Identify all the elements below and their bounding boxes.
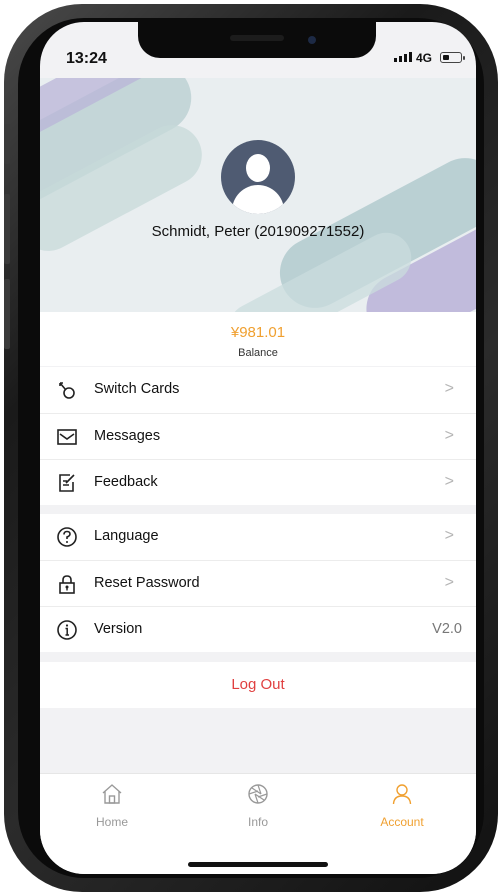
profile-header: Schmidt, Peter (201909271552) — [40, 78, 476, 312]
balance-amount: ¥981.01 — [230, 324, 286, 341]
status-time: 13:24 — [66, 50, 107, 67]
network-type: 4G — [415, 51, 432, 65]
bottom-tab-bar: Home Info Account — [40, 773, 476, 874]
tab-label: Info — [247, 815, 268, 829]
home-indicator[interactable] — [188, 862, 328, 867]
aperture-icon — [248, 784, 268, 804]
menu-item-version[interactable]: Version V2.0 — [40, 606, 476, 652]
balance-label: Balance — [238, 347, 278, 359]
balance-panel[interactable]: ¥981.01 Balance — [40, 312, 476, 366]
chevron-right-icon: > — [444, 427, 454, 444]
menu-item-label: Language — [94, 528, 159, 544]
lock-icon — [59, 575, 75, 594]
volume-up-button — [4, 194, 10, 264]
menu-item-messages[interactable]: Messages > — [40, 413, 476, 459]
menu-item-label: Version — [94, 621, 143, 637]
user-name: Schmidt, Peter (201909271552) — [151, 223, 365, 240]
logout-button[interactable]: Log Out — [40, 662, 476, 708]
chevron-right-icon: > — [444, 380, 454, 397]
menu-item-feedback[interactable]: Feedback > — [40, 459, 476, 505]
version-value: V2.0 — [432, 621, 462, 637]
question-icon — [57, 527, 77, 547]
chevron-right-icon: > — [444, 527, 454, 544]
feedback-icon — [59, 474, 75, 492]
status-bar: 13:24 4G — [40, 22, 476, 78]
info-icon — [57, 620, 77, 640]
key-icon — [59, 382, 75, 399]
menu-item-label: Switch Cards — [94, 381, 180, 397]
menu-item-label: Messages — [94, 428, 161, 444]
tab-label: Account — [380, 815, 424, 829]
tab-home[interactable]: Home — [62, 782, 162, 829]
menu-item-switch-cards[interactable]: Switch Cards > — [40, 367, 476, 413]
menu-group-settings: Language > Reset Password > Version V2.0 — [40, 514, 476, 652]
menu-item-reset-password[interactable]: Reset Password > — [40, 560, 476, 606]
tab-info[interactable]: Info — [208, 782, 308, 829]
volume-down-button — [4, 279, 10, 349]
avatar[interactable] — [221, 140, 295, 214]
menu-group-account: Switch Cards > Messages > Feedback > — [40, 367, 476, 505]
envelope-icon — [57, 429, 77, 445]
menu-item-label: Feedback — [94, 474, 158, 490]
chevron-right-icon: > — [444, 574, 454, 591]
logout-label: Log Out — [231, 676, 285, 693]
chevron-right-icon: > — [444, 473, 454, 490]
tab-label: Home — [95, 815, 128, 829]
app-screen: 13:24 4G Schmidt, Peter (201909271552) ¥… — [40, 22, 476, 874]
signal-icon — [394, 52, 412, 62]
tab-account[interactable]: Account — [352, 782, 452, 829]
silent-switch — [4, 124, 10, 164]
person-icon — [392, 784, 412, 805]
menu-item-label: Reset Password — [94, 575, 200, 591]
home-icon — [102, 784, 122, 804]
menu-item-language[interactable]: Language > — [40, 514, 476, 560]
battery-icon — [440, 52, 465, 63]
